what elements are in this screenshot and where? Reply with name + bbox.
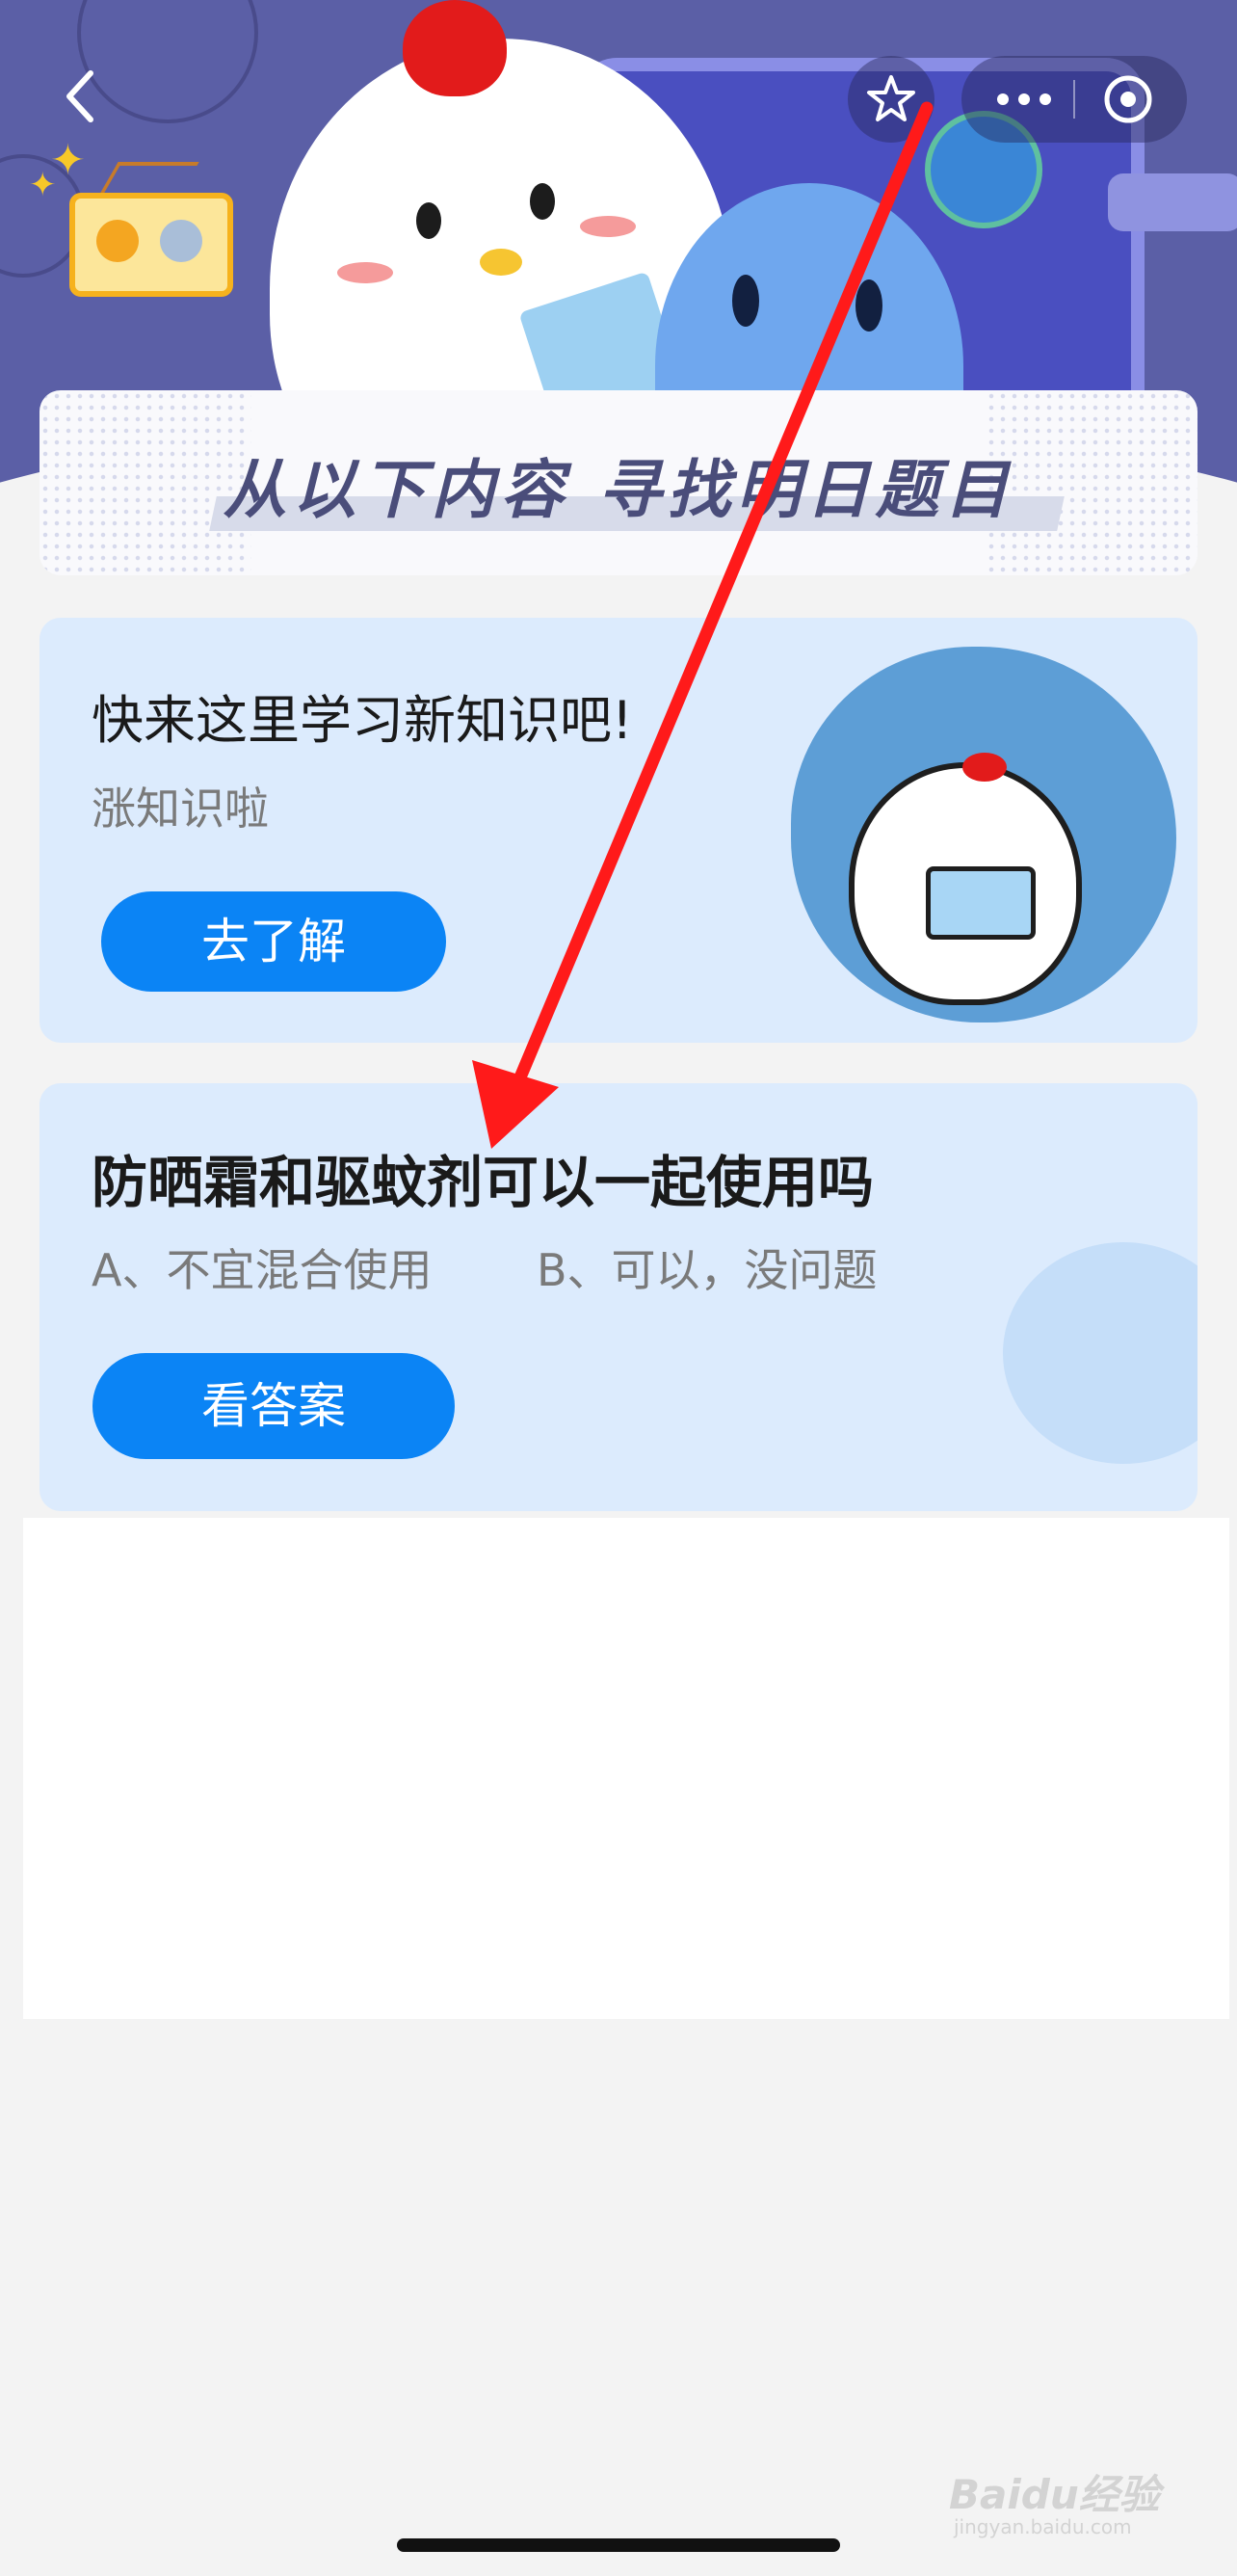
more-dots-icon	[997, 93, 1051, 105]
learn-more-button[interactable]: 去了解	[101, 891, 446, 992]
chicken-beak	[480, 249, 522, 276]
silver-medal-icon	[160, 220, 202, 262]
close-button[interactable]	[1085, 56, 1171, 143]
chicken-eye	[530, 183, 555, 220]
chicken-cheek	[337, 262, 393, 283]
learn-card-subtitle: 涨知识啦	[92, 783, 269, 835]
gold-medal-icon	[96, 220, 139, 262]
chevron-left-icon	[66, 70, 93, 122]
back-button[interactable]	[54, 67, 108, 129]
badge-board-icon	[69, 193, 233, 297]
target-circle-icon	[1104, 75, 1152, 123]
star-icon	[867, 75, 915, 121]
blue-mascot-eye	[732, 275, 759, 327]
banner-title: 从以下内容 寻找明日题目	[223, 453, 1014, 527]
blue-mascot-eye	[855, 279, 882, 332]
rail-illustration	[1108, 173, 1237, 231]
learn-card: 快来这里学习新知识吧! 涨知识啦 去了解	[39, 618, 1198, 1043]
chat-bubble-icon	[1003, 1242, 1198, 1464]
more-button[interactable]	[981, 56, 1067, 143]
baidu-watermark-logo: Baidu经验	[949, 2471, 1160, 2518]
option-b: B、可以，没问题	[537, 1244, 878, 1296]
question-card: 防晒霜和驱蚊剂可以一起使用吗 A、不宜混合使用 B、可以，没问题 看答案	[39, 1083, 1198, 1511]
learn-card-title: 快来这里学习新知识吧!	[92, 690, 633, 751]
empty-content-panel	[23, 1518, 1229, 2019]
open-book-icon	[926, 866, 1036, 940]
view-answer-button[interactable]: 看答案	[92, 1353, 455, 1459]
section-banner: 从以下内容 寻找明日题目	[39, 390, 1198, 575]
favorite-button[interactable]	[848, 56, 934, 143]
chicken-comb	[403, 0, 507, 96]
option-a: A、不宜混合使用	[92, 1244, 433, 1296]
mini-program-capsule	[961, 56, 1187, 143]
sparkle-icon: ✦	[50, 136, 86, 185]
reading-chick-comb	[962, 753, 1007, 782]
chicken-cheek	[580, 216, 636, 237]
capsule-divider	[1073, 80, 1075, 119]
baidu-watermark-url: jingyan.baidu.com	[954, 2515, 1132, 2538]
question-text: 防晒霜和驱蚊剂可以一起使用吗	[92, 1150, 875, 1215]
chicken-eye	[416, 202, 441, 239]
home-indicator[interactable]	[397, 2538, 840, 2552]
